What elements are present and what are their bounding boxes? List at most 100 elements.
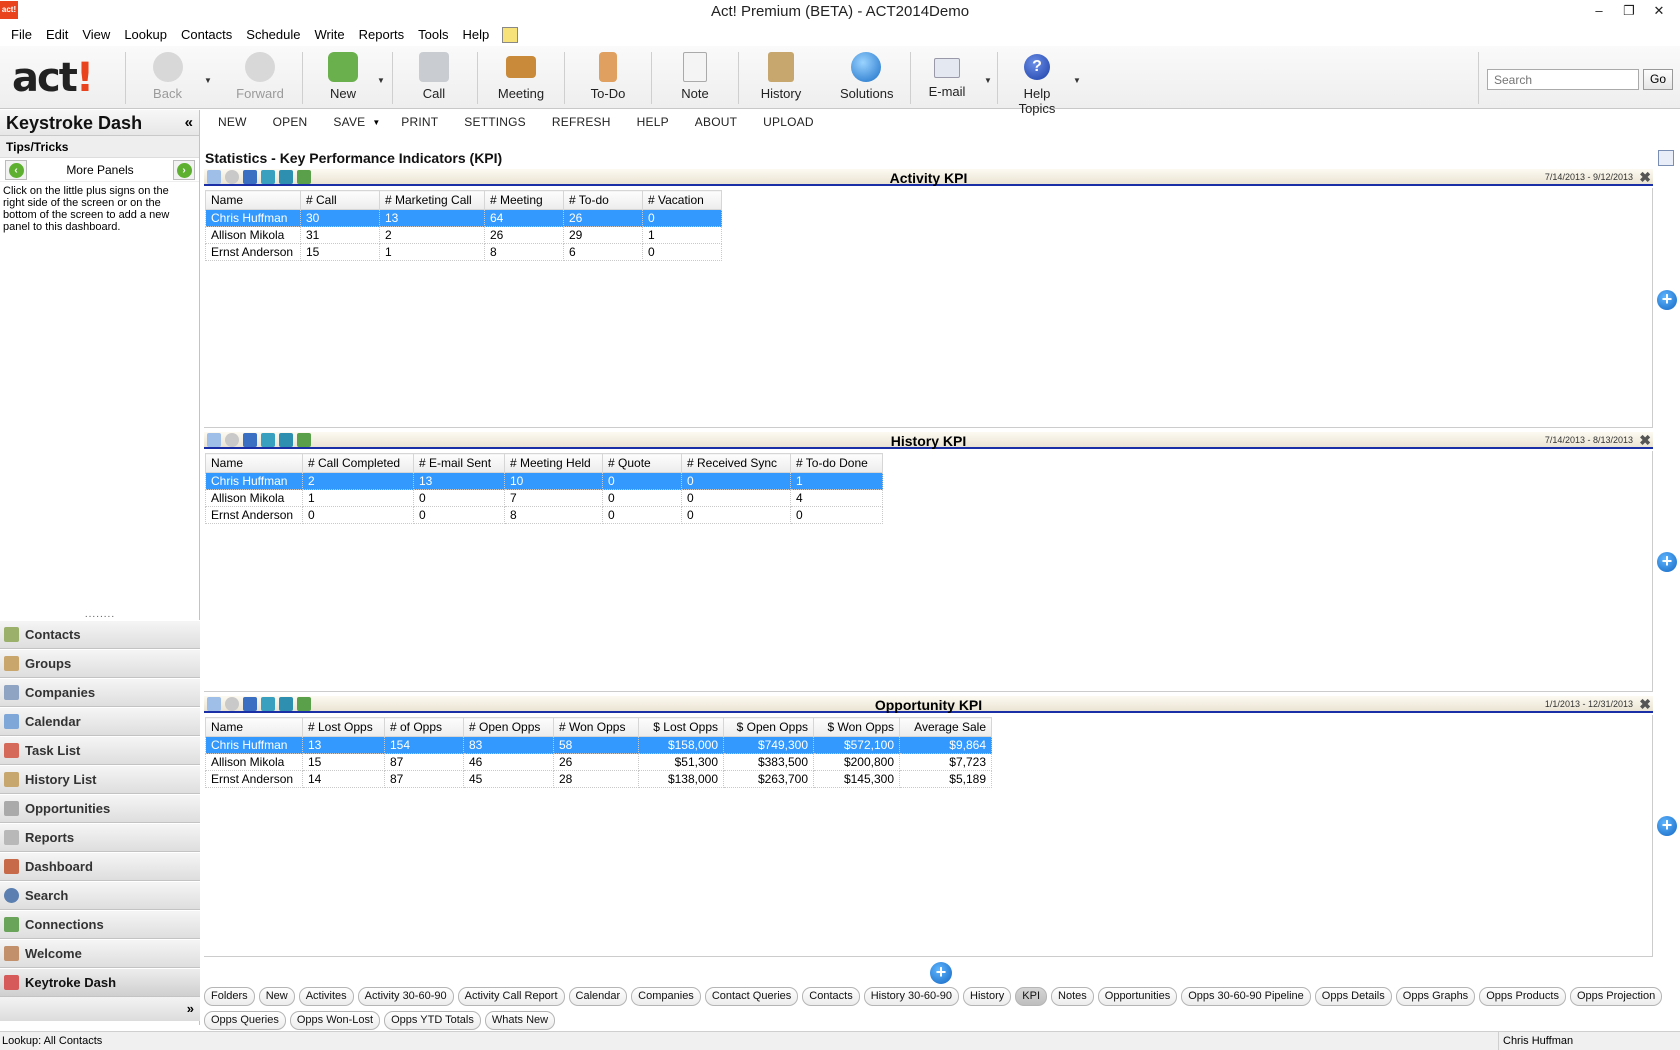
zoom-icon[interactable] — [225, 433, 239, 447]
users-icon[interactable] — [279, 170, 293, 184]
close-icon[interactable]: ✖ — [1639, 169, 1651, 186]
column-header[interactable]: # Marketing Call — [379, 190, 485, 210]
nav-more-icon[interactable]: » — [0, 997, 200, 1021]
tab-opps-30-60-90-pipeline[interactable]: Opps 30-60-90 Pipeline — [1181, 987, 1311, 1006]
menu-write[interactable]: Write — [308, 24, 352, 46]
menu-reports[interactable]: Reports — [352, 24, 412, 46]
dash-open-button[interactable]: OPEN — [260, 115, 321, 129]
dashboard-designer-icon[interactable] — [1658, 150, 1674, 166]
tab-new[interactable]: New — [258, 987, 295, 1006]
dash-print-button[interactable]: PRINT — [388, 115, 451, 129]
nav-item-welcome[interactable]: Welcome — [0, 939, 200, 968]
tab-kpi[interactable]: KPI — [1015, 987, 1048, 1006]
add-icon[interactable] — [207, 170, 221, 184]
menu-tools[interactable]: Tools — [411, 24, 455, 46]
tab-calendar[interactable]: Calendar — [568, 987, 628, 1006]
help-topics-button[interactable]: ? Help Topics — [1005, 50, 1069, 116]
back-dropdown-icon[interactable]: ▼ — [204, 76, 212, 85]
menu-edit[interactable]: Edit — [39, 24, 75, 46]
go-button[interactable]: Go — [1643, 69, 1673, 90]
monitor-icon[interactable] — [243, 697, 257, 711]
tab-folders[interactable]: Folders — [204, 987, 255, 1006]
tab-history-30-60-90[interactable]: History 30-60-90 — [863, 987, 960, 1006]
column-header[interactable]: Name — [205, 453, 303, 473]
column-header[interactable]: Name — [205, 190, 301, 210]
column-header[interactable]: # Call Completed — [302, 453, 414, 473]
add-panel-right-icon[interactable]: + — [1657, 290, 1677, 310]
tab-activity-30-60-90[interactable]: Activity 30-60-90 — [357, 987, 454, 1006]
column-header[interactable]: $ Won Opps — [813, 717, 900, 737]
tab-notes[interactable]: Notes — [1051, 987, 1094, 1006]
back-button[interactable]: Back — [145, 50, 190, 106]
todo-button[interactable]: To-Do — [590, 50, 626, 106]
quick-launch-icon[interactable] — [502, 27, 519, 43]
dash-new-button[interactable]: NEW — [205, 115, 260, 129]
zoom-icon[interactable] — [225, 170, 239, 184]
forward-button[interactable]: Forward — [235, 50, 285, 106]
solutions-button[interactable]: Solutions — [840, 50, 893, 106]
history-button[interactable]: History — [760, 50, 802, 106]
nav-item-reports[interactable]: Reports — [0, 823, 200, 852]
nav-item-keytroke-dash[interactable]: Keytroke Dash — [0, 968, 200, 997]
column-header[interactable]: # Vacation — [642, 190, 722, 210]
menu-schedule[interactable]: Schedule — [239, 24, 307, 46]
dash-settings-button[interactable]: SETTINGS — [451, 115, 539, 129]
user-icon[interactable] — [261, 433, 275, 447]
column-header[interactable]: # Quote — [602, 453, 682, 473]
search-input[interactable] — [1487, 69, 1639, 90]
table-row[interactable]: Allison Mikola 1 0 7 0 0 4 — [205, 489, 883, 507]
nav-item-dashboard[interactable]: Dashboard — [0, 852, 200, 881]
nav-item-companies[interactable]: Companies — [0, 678, 200, 707]
column-header[interactable]: $ Open Opps — [723, 717, 814, 737]
column-header[interactable]: # Meeting Held — [504, 453, 603, 473]
tab-opps-ytd-totals[interactable]: Opps YTD Totals — [384, 1011, 481, 1030]
nav-item-connections[interactable]: Connections — [0, 910, 200, 939]
restore-icon[interactable]: ❐ — [1614, 0, 1644, 22]
close-icon[interactable]: ✖ — [1639, 432, 1651, 449]
nav-item-task-list[interactable]: Task List — [0, 736, 200, 765]
help-dropdown-icon[interactable]: ▼ — [1073, 76, 1081, 85]
nav-item-groups[interactable]: Groups — [0, 649, 200, 678]
tab-history[interactable]: History — [963, 987, 1012, 1006]
collapse-panel-icon[interactable]: « — [185, 114, 193, 131]
note-button[interactable]: Note — [680, 50, 710, 106]
next-panel-button[interactable]: › — [173, 160, 195, 180]
column-header[interactable]: # Lost Opps — [302, 717, 385, 737]
table-row[interactable]: Ernst Anderson 0 0 8 0 0 0 — [205, 506, 883, 524]
add-panel-right-icon[interactable]: + — [1657, 816, 1677, 836]
nav-item-opportunities[interactable]: Opportunities — [0, 794, 200, 823]
tab-opps-projection[interactable]: Opps Projection — [1569, 987, 1663, 1006]
users-icon[interactable] — [279, 697, 293, 711]
table-row[interactable]: Chris Huffman 30 13 64 26 0 — [205, 209, 722, 227]
add-panel-bottom-icon[interactable]: + — [930, 962, 952, 984]
meeting-button[interactable]: Meeting — [496, 50, 546, 106]
tab-opps-products[interactable]: Opps Products — [1479, 987, 1566, 1006]
column-header[interactable]: Name — [205, 717, 303, 737]
user-icon[interactable] — [261, 170, 275, 184]
users-icon[interactable] — [279, 433, 293, 447]
dash-about-button[interactable]: ABOUT — [682, 115, 750, 129]
tab-opps-graphs[interactable]: Opps Graphs — [1395, 987, 1476, 1006]
nav-item-search[interactable]: Search — [0, 881, 200, 910]
table-row[interactable]: Chris Huffman 13 154 83 58 $158,000 $749,300 $5… — [205, 736, 992, 754]
column-header[interactable]: # Received Sync — [681, 453, 791, 473]
column-header[interactable]: # Won Opps — [553, 717, 639, 737]
tab-opps-queries[interactable]: Opps Queries — [204, 1011, 286, 1030]
menu-lookup[interactable]: Lookup — [117, 24, 174, 46]
menu-file[interactable]: File — [4, 24, 39, 46]
tab-activites[interactable]: Activites — [298, 987, 354, 1006]
table-row[interactable]: Allison Mikola 15 87 46 26 $51,300 $383,500 $20… — [205, 753, 992, 771]
table-row[interactable]: Allison Mikola 31 2 26 29 1 — [205, 226, 722, 244]
tab-contacts[interactable]: Contacts — [802, 987, 860, 1006]
nav-item-calendar[interactable]: Calendar — [0, 707, 200, 736]
tab-whats-new[interactable]: Whats New — [484, 1011, 556, 1030]
call-button[interactable]: Call — [419, 50, 449, 106]
export-icon[interactable] — [297, 433, 311, 447]
column-header[interactable]: # To-do Done — [790, 453, 883, 473]
table-row[interactable]: Ernst Anderson 14 87 45 28 $138,000 $263,700 $1… — [205, 770, 992, 788]
tab-companies[interactable]: Companies — [631, 987, 701, 1006]
nav-item-history-list[interactable]: History List — [0, 765, 200, 794]
close-window-icon[interactable]: ✕ — [1644, 0, 1674, 22]
dash-refresh-button[interactable]: REFRESH — [539, 115, 624, 129]
add-icon[interactable] — [207, 433, 221, 447]
